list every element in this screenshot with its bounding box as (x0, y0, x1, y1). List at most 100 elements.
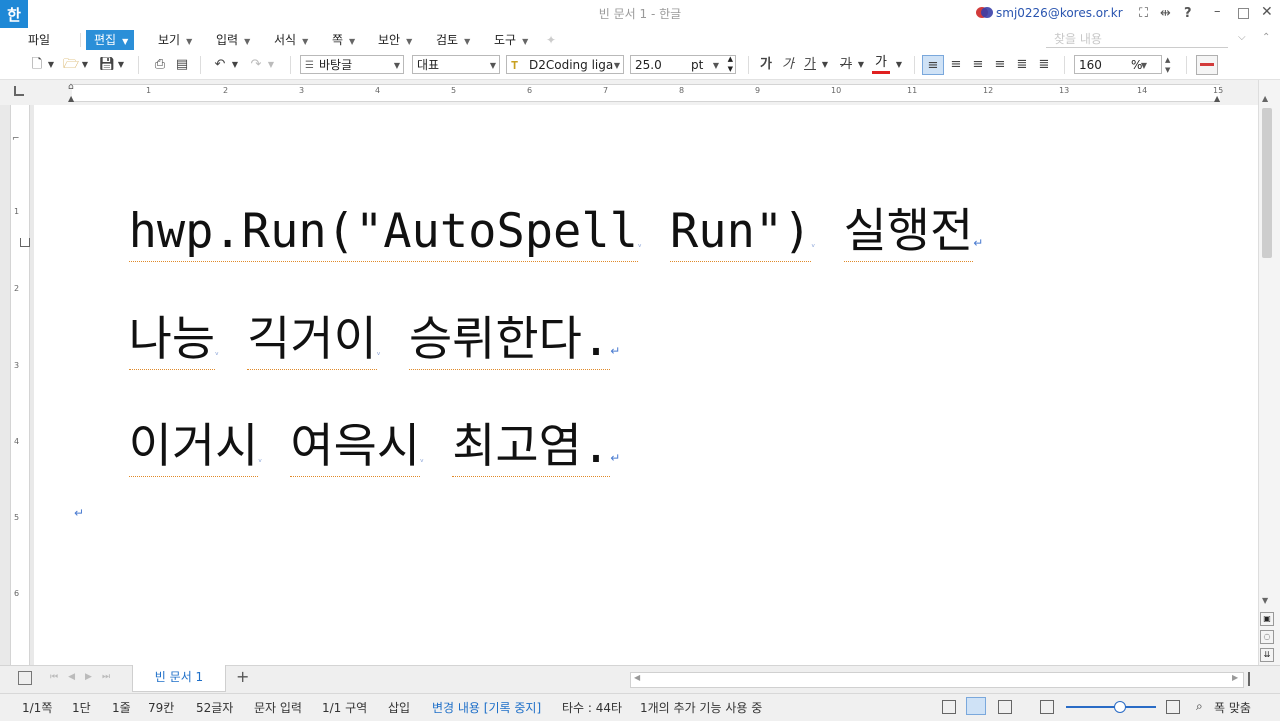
horizontal-ruler[interactable] (72, 84, 1220, 102)
new-document-icon[interactable]: 🗋 (28, 55, 46, 75)
scroll-right-icon[interactable]: ▶ (1232, 673, 1238, 682)
ruler-number: 13 (1059, 86, 1070, 95)
char-shape-icon[interactable] (1196, 55, 1218, 75)
user-account-link[interactable]: smj0226@kores.or.kr (996, 6, 1123, 20)
restore-icon[interactable] (1238, 8, 1249, 19)
prev-page-icon[interactable]: ▣ (1260, 612, 1274, 626)
underline-dropdown-icon[interactable]: ▼ (820, 55, 830, 75)
magnifier-icon[interactable]: ⌕ (1196, 699, 1203, 714)
vertical-ruler[interactable] (10, 105, 30, 665)
status-input-mode[interactable]: 문자 입력 (254, 699, 302, 716)
document-line-3[interactable]: 이거시ᵥ 여윽시ᵥ 최고염.↵ (72, 352, 620, 477)
new-dropdown-icon[interactable]: ▼ (46, 55, 56, 75)
underline-button[interactable]: 가 (802, 55, 818, 75)
strikethrough-button[interactable]: 가 (838, 55, 854, 75)
left-margin-marker-icon[interactable]: ▲ (68, 94, 74, 103)
align-distribute-button[interactable]: ≣ (1012, 55, 1032, 75)
font-select[interactable]: 𝐓 D2Coding liga ▼ (506, 55, 624, 74)
status-track-changes[interactable]: 변경 내용 [기록 중지] (432, 699, 541, 716)
bold-button[interactable]: 가 (758, 55, 774, 75)
top-margin-marker-icon[interactable]: ⌐ (12, 134, 20, 144)
full-page-view-icon[interactable] (998, 700, 1012, 714)
align-right-button[interactable]: ≡ (990, 55, 1010, 75)
status-page[interactable]: 1/1쪽 (22, 699, 52, 716)
tab-document-1[interactable]: 빈 문서 1 (132, 665, 226, 692)
scroll-up-icon[interactable]: ▲ (1262, 94, 1268, 103)
zoom-slider[interactable] (1066, 706, 1156, 708)
font-color-button[interactable]: 가 (872, 55, 890, 74)
menu-insert[interactable]: 입력 ▼ (216, 30, 250, 50)
redo-icon[interactable]: ↷ (246, 55, 266, 75)
spell-word[interactable]: 이거시 (128, 419, 259, 477)
zoom-out-icon[interactable] (1040, 700, 1054, 714)
vertical-scroll-thumb[interactable] (1262, 108, 1272, 258)
tab-type-icon[interactable] (14, 86, 24, 96)
menu-edit[interactable]: 편집 ▼ (86, 30, 135, 50)
scroll-down-icon[interactable]: ▼ (1262, 596, 1268, 605)
save-dropdown-icon[interactable]: ▼ (116, 55, 126, 75)
status-typing-speed[interactable]: 타수 : 44타 (562, 699, 622, 716)
style-select[interactable]: ☰ 바탕글 ▼ (300, 55, 404, 74)
help-icon[interactable]: ? (1184, 6, 1192, 21)
save-icon[interactable]: 💾︎ (98, 55, 116, 75)
font-size-input[interactable]: 25.0 pt ▼ ▲ ▼ (630, 55, 736, 74)
open-dropdown-icon[interactable]: ▼ (80, 55, 90, 75)
menu-file[interactable]: 파일 (28, 30, 50, 50)
document-line-1[interactable]: hwp.Run("AutoSpellᵥ Run")ᵥ 실행전↵ (72, 137, 983, 262)
font-size-spinner[interactable]: ▲ ▼ (728, 54, 733, 74)
collapse-ribbon-icon[interactable]: ⌃ (1262, 32, 1270, 43)
font-color-dropdown-icon[interactable]: ▼ (894, 55, 904, 75)
width-fit-icon[interactable]: ⇹ (1160, 6, 1171, 21)
menu-security[interactable]: 보안 ▼ (378, 30, 412, 50)
align-center-button[interactable]: ≡ (968, 55, 988, 75)
page-view-icon[interactable] (966, 697, 986, 715)
fullscreen-icon[interactable]: ⛶ (1139, 6, 1148, 21)
spell-word[interactable]: Run") (670, 204, 812, 262)
status-insert-mode[interactable]: 삽입 (388, 699, 410, 716)
right-margin-marker-icon[interactable]: ▲ (1214, 94, 1220, 103)
normal-view-icon[interactable] (942, 700, 956, 714)
undo-dropdown-icon[interactable]: ▼ (230, 55, 240, 75)
preview-icon[interactable]: ▤ (172, 55, 192, 75)
menu-view[interactable]: 보기 ▼ (158, 30, 192, 50)
document-line-2[interactable]: 나능ᵥ 긱거이ᵥ 승뤼한다.↵ (72, 245, 620, 370)
menu-format[interactable]: 서식 ▼ (274, 30, 308, 50)
search-dropdown-icon[interactable]: ⌵ (1238, 32, 1246, 43)
scroll-left-icon[interactable]: ◀ (634, 673, 640, 682)
add-tab-button[interactable]: + (236, 667, 249, 686)
horizontal-scrollbar[interactable] (630, 672, 1244, 688)
align-justify-button[interactable]: ≡ (922, 55, 944, 75)
undo-icon[interactable]: ↶ (210, 55, 230, 75)
language-select[interactable]: 대표 ▼ (412, 55, 500, 74)
split-view-icon[interactable] (1248, 672, 1258, 686)
zoom-spinner[interactable]: ▲ ▼ (1165, 55, 1170, 75)
search-input[interactable]: 찾을 내용 (1046, 30, 1228, 48)
find-icon[interactable]: ◌ (1260, 630, 1274, 644)
menu-review[interactable]: 검토 ▼ (436, 30, 470, 50)
italic-button[interactable]: 가 (780, 55, 796, 75)
status-fit-width[interactable]: 폭 맞춤 (1214, 699, 1251, 716)
print-icon[interactable]: ⎙ (150, 55, 170, 75)
minimize-icon[interactable]: – (1214, 4, 1221, 19)
spell-word[interactable]: 최고염. (452, 419, 611, 477)
outline-view-icon[interactable] (18, 671, 32, 685)
align-left-button[interactable]: ≡ (946, 55, 966, 75)
spell-word[interactable]: 실행전 (843, 204, 974, 262)
spell-word[interactable]: 여윽시 (290, 419, 421, 477)
zoom-in-icon[interactable] (1166, 700, 1180, 714)
menu-page[interactable]: 쪽 ▼ (332, 30, 355, 50)
align-divide-button[interactable]: ≣ (1034, 55, 1054, 75)
zoom-input[interactable]: 160 % ▼ (1074, 55, 1162, 74)
next-page-icon[interactable]: ⇊ (1260, 648, 1274, 662)
puzzle-icon[interactable]: ✦ (546, 33, 556, 47)
menu-tools[interactable]: 도구 ▼ (494, 30, 528, 50)
indent-marker-icon[interactable]: ⌂ (68, 82, 74, 92)
zoom-slider-handle[interactable] (1114, 701, 1126, 713)
tab-nav-arrows-icon[interactable]: ⏮◀▶⏭ (50, 672, 120, 682)
strikethrough-dropdown-icon[interactable]: ▼ (856, 55, 866, 75)
redo-dropdown-icon[interactable]: ▼ (266, 55, 276, 75)
user-avatar-icon[interactable] (976, 6, 994, 19)
close-icon[interactable]: ✕ (1261, 4, 1273, 20)
status-addons[interactable]: 1개의 추가 기능 사용 중 (640, 699, 762, 716)
open-folder-icon[interactable]: 🗁 (62, 55, 80, 75)
